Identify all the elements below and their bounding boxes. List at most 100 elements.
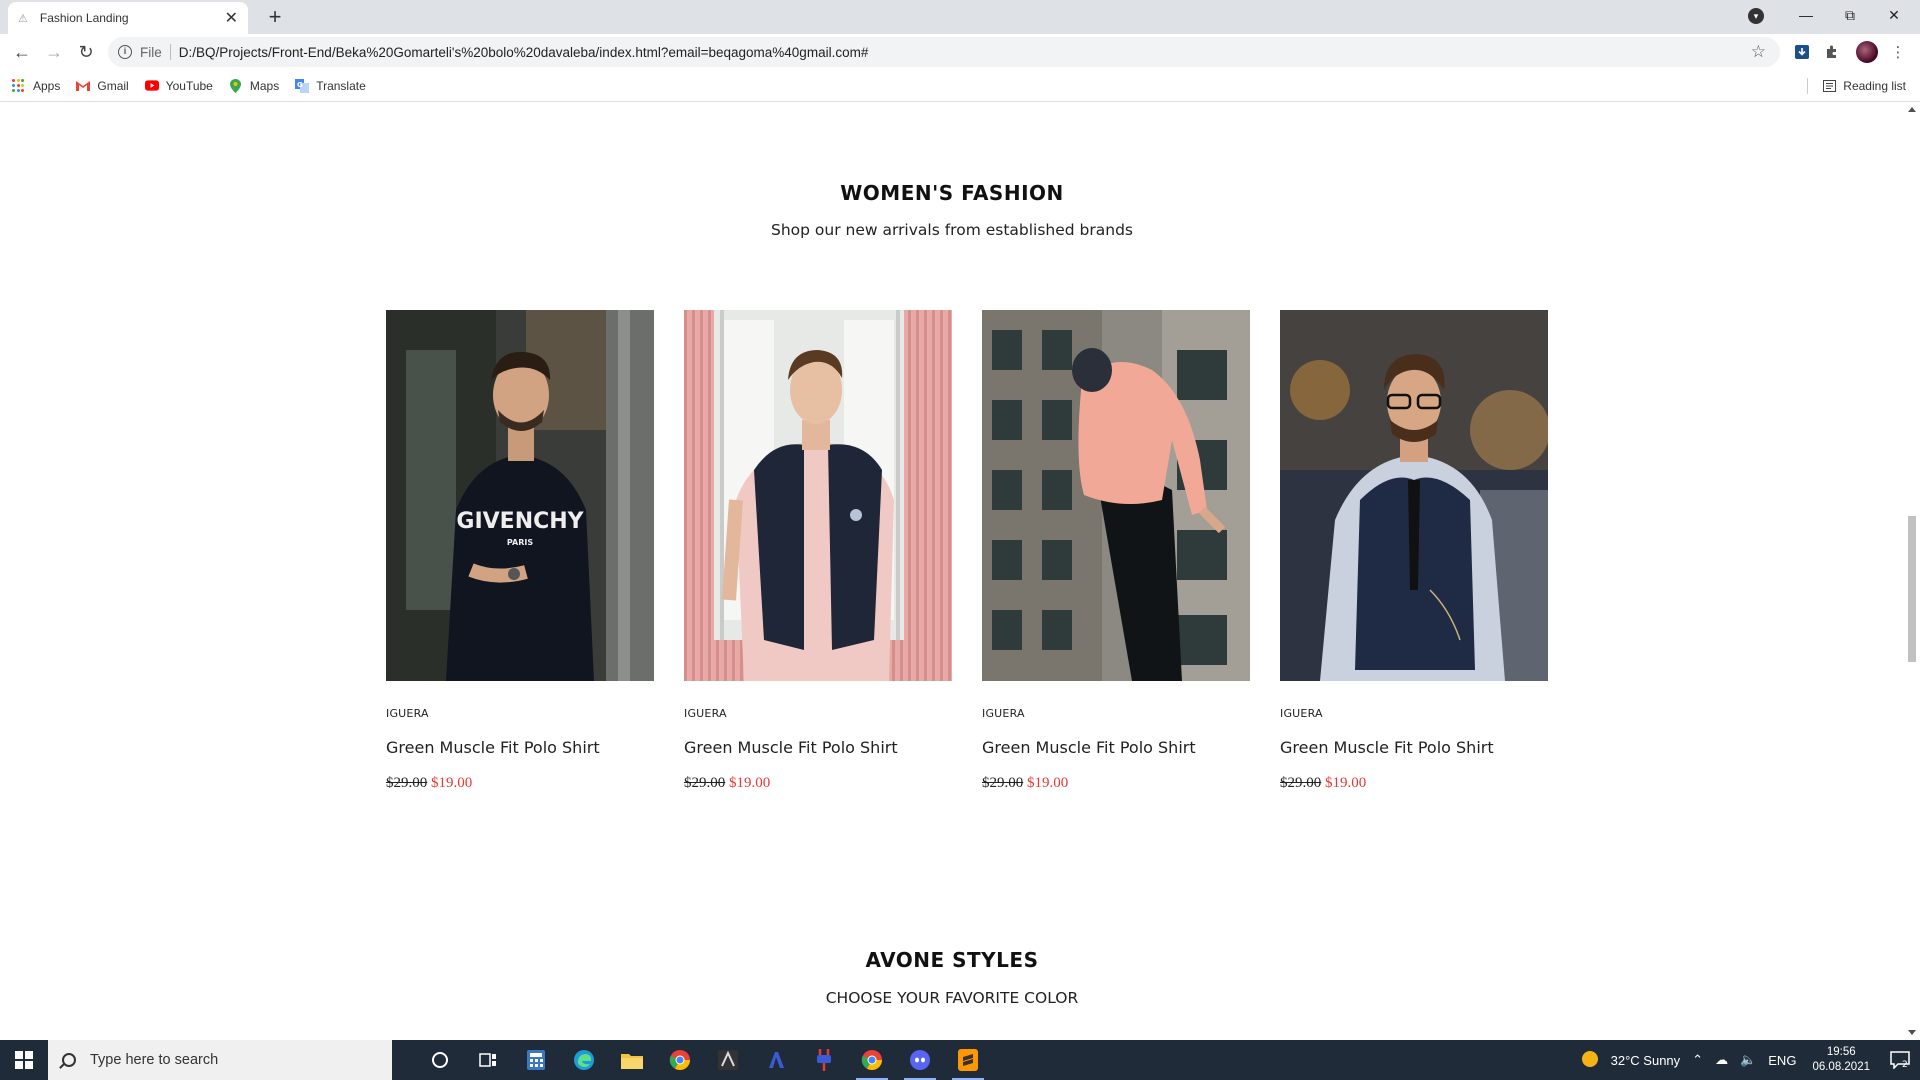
bookmark-label: Gmail (97, 78, 129, 93)
product-brand: IGUERA (684, 707, 727, 720)
calculator-icon[interactable] (512, 1040, 560, 1080)
extension-download-icon[interactable] (1792, 42, 1812, 62)
product-image[interactable]: GIVENCHY PARIS (386, 310, 654, 681)
extensions-puzzle-icon[interactable] (1822, 42, 1842, 62)
windows-logo-icon (15, 1051, 33, 1069)
chrome-active-icon[interactable] (848, 1040, 896, 1080)
sublime-text-icon[interactable] (944, 1040, 992, 1080)
sale-price: $19.00 (1325, 775, 1367, 791)
taskbar-search[interactable]: Type here to search (48, 1040, 392, 1080)
product-name[interactable]: Green Muscle Fit Polo Shirt (386, 738, 654, 757)
product-name[interactable]: Green Muscle Fit Polo Shirt (1280, 738, 1548, 757)
window-close-button[interactable]: ✕ (1872, 0, 1916, 30)
tab-search-icon[interactable]: ▾ (1748, 8, 1764, 24)
givenchy-print: GIVENCHY (456, 509, 584, 534)
reading-list-label: Reading list (1843, 79, 1906, 93)
avone-styles-title: AVONE STYLES (865, 948, 1039, 972)
new-tab-button[interactable]: + (262, 4, 288, 30)
info-icon[interactable]: i (118, 45, 132, 59)
notification-center-icon[interactable]: 2 (1880, 1040, 1920, 1080)
chrome-icon[interactable] (656, 1040, 704, 1080)
file-explorer-icon[interactable] (608, 1040, 656, 1080)
clock[interactable]: 19:56 06.08.2021 (1812, 1045, 1870, 1075)
scroll-up-arrow-icon[interactable] (1908, 107, 1916, 112)
product-name[interactable]: Green Muscle Fit Polo Shirt (684, 738, 952, 757)
reload-button[interactable]: ↻ (70, 36, 102, 68)
paris-print: PARIS (507, 538, 533, 547)
bookmarks-bar: Apps Gmail YouTube Maps G Translate Read… (0, 70, 1920, 102)
sale-price: $19.00 (1027, 775, 1069, 791)
speaker-icon[interactable]: 🔈 (1740, 1052, 1756, 1068)
scroll-down-arrow-icon[interactable] (1908, 1030, 1916, 1035)
reading-list-button[interactable]: Reading list (1822, 70, 1906, 102)
forward-button[interactable]: → (38, 36, 70, 68)
weather-text[interactable]: 32°C Sunny (1611, 1053, 1681, 1068)
browser-toolbar: ← → ↻ i File D:/BQ/Projects/Front-End/Be… (0, 34, 1920, 70)
address-bar[interactable]: i File D:/BQ/Projects/Front-End/Beka%20G… (108, 37, 1780, 67)
clock-time: 19:56 (1826, 1046, 1856, 1058)
taskbar-search-placeholder: Type here to search (90, 1052, 219, 1068)
translate-icon: G (295, 78, 310, 93)
product-card[interactable]: GIVENCHY PARIS IGUERA Green Muscle Fit P… (386, 310, 654, 792)
product-brand: IGUERA (1280, 707, 1323, 720)
inkscape-icon[interactable] (704, 1040, 752, 1080)
tab-title: Fashion Landing (39, 11, 129, 25)
product-image[interactable] (684, 310, 952, 681)
cortana-icon[interactable] (416, 1040, 464, 1080)
bookmark-maps[interactable]: Maps (229, 78, 280, 93)
onedrive-cloud-icon[interactable]: ☁ (1715, 1052, 1728, 1068)
task-view-icon[interactable] (464, 1040, 512, 1080)
app-a-icon[interactable] (752, 1040, 800, 1080)
bookmark-translate[interactable]: G Translate (295, 78, 366, 93)
old-price: $29.00 (386, 775, 428, 791)
product-price: $29.00 $19.00 (684, 775, 952, 792)
discord-icon[interactable] (896, 1040, 944, 1080)
product-image[interactable] (1280, 310, 1548, 681)
close-icon[interactable]: ✕ (225, 8, 238, 28)
language-indicator[interactable]: ENG (1768, 1053, 1796, 1068)
start-button[interactable] (0, 1040, 48, 1080)
tab-active[interactable]: ⚠ Fashion Landing ✕ (8, 2, 248, 34)
restore-button[interactable]: ⧉ (1828, 0, 1872, 30)
clock-date: 06.08.2021 (1812, 1061, 1870, 1073)
product-price: $29.00 $19.00 (982, 775, 1250, 792)
weather-sun-icon[interactable] (1581, 1050, 1599, 1071)
product-name[interactable]: Green Muscle Fit Polo Shirt (982, 738, 1250, 757)
chevron-up-icon[interactable]: ⌃ (1692, 1052, 1703, 1068)
divider (169, 44, 171, 60)
gmail-icon (76, 79, 91, 93)
url-text[interactable]: D:/BQ/Projects/Front-End/Beka%20Gomartel… (179, 45, 869, 60)
menu-kebab-icon[interactable]: ⋮ (1888, 42, 1908, 62)
back-button[interactable]: ← (6, 36, 38, 68)
apps-grid-icon (12, 78, 26, 93)
scroll-thumb[interactable] (1908, 516, 1916, 662)
product-card[interactable]: IGUERA Green Muscle Fit Polo Shirt $29.0… (982, 310, 1250, 792)
edge-icon[interactable] (560, 1040, 608, 1080)
product-card[interactable]: IGUERA Green Muscle Fit Polo Shirt $29.0… (684, 310, 952, 792)
sale-price: $19.00 (729, 775, 771, 791)
product-grid: GIVENCHY PARIS IGUERA Green Muscle Fit P… (386, 310, 1548, 830)
old-price: $29.00 (684, 775, 726, 791)
page-icon: ⚠ (18, 12, 28, 25)
notification-count: 2 (1902, 1060, 1908, 1069)
product-brand: IGUERA (982, 707, 1025, 720)
bookmark-label: YouTube (165, 78, 213, 93)
womens-fashion-title: WOMEN'S FASHION (840, 181, 1064, 205)
page-viewport: WOMEN'S FASHION Shop our new arrivals fr… (0, 103, 1904, 1040)
bookmark-gmail[interactable]: Gmail (76, 78, 129, 93)
product-price: $29.00 $19.00 (386, 775, 654, 792)
youtube-icon (144, 79, 159, 93)
product-brand: IGUERA (386, 707, 429, 720)
product-image[interactable] (982, 310, 1250, 681)
product-card[interactable]: IGUERA Green Muscle Fit Polo Shirt $29.0… (1280, 310, 1548, 792)
app-plug-icon[interactable] (800, 1040, 848, 1080)
bookmark-youtube[interactable]: YouTube (144, 78, 213, 93)
old-price: $29.00 (1280, 775, 1322, 791)
bookmark-label: Maps (249, 78, 280, 93)
profile-avatar[interactable] (1856, 41, 1878, 63)
page-scrollbar[interactable] (1904, 103, 1920, 1040)
product-price: $29.00 $19.00 (1280, 775, 1548, 792)
bookmark-apps[interactable]: Apps (12, 78, 60, 93)
minimize-button[interactable]: — (1784, 0, 1828, 30)
bookmark-star-icon[interactable]: ☆ (1751, 42, 1766, 62)
